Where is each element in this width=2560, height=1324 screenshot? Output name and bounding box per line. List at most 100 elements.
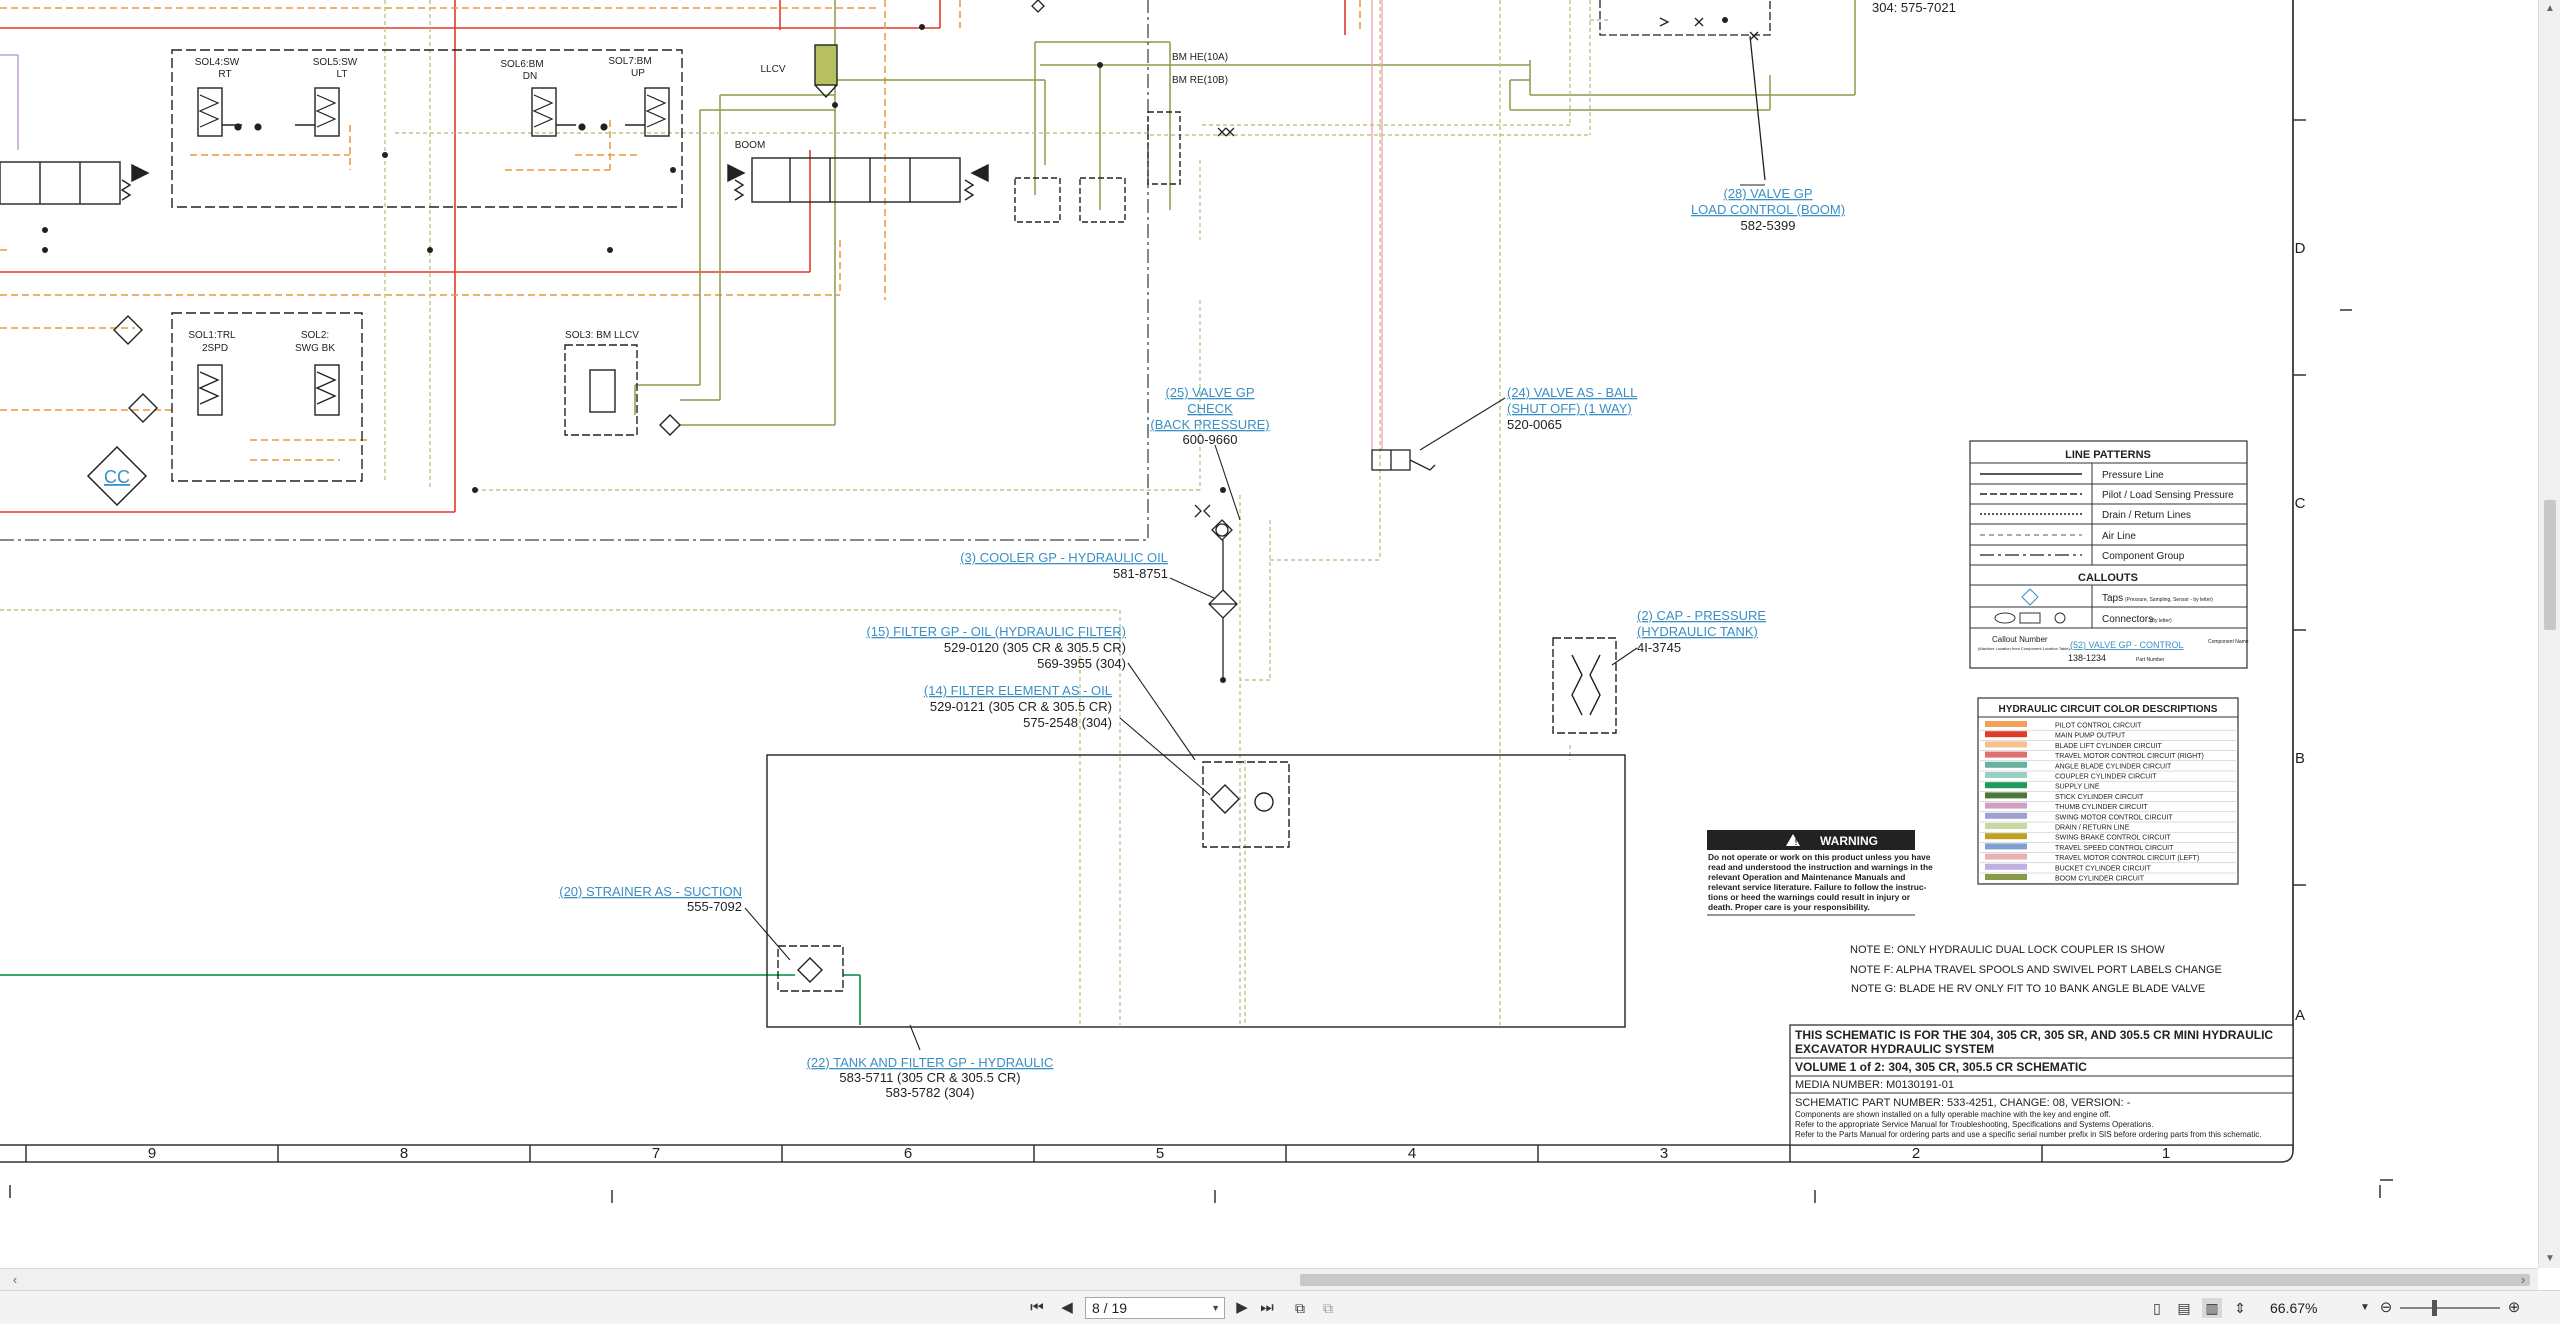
callout-22[interactable]: (22) TANK AND FILTER GP - HYDRAULIC 583-… (807, 1055, 1054, 1100)
pressure-lines (0, 0, 1346, 513)
fit-width-icon[interactable]: ⧉ (1318, 1298, 1338, 1318)
callout-14[interactable]: (14) FILTER ELEMENT AS - OIL 529-0121 (3… (924, 683, 1112, 730)
bm-he-label: BM HE(10A) (1172, 52, 1228, 63)
warning-box: ! WARNING Do not operate or work on this… (1707, 830, 1933, 916)
fit-page-icon[interactable]: ⧉ (1290, 1298, 1310, 1318)
last-page-icon[interactable]: ⏭ (1258, 1298, 1276, 1318)
leader-lines (744, 184, 1765, 1051)
connectors-note: (By letter) (2150, 618, 2172, 624)
zone-col-2: 2 (1912, 1145, 1920, 1162)
callout-2[interactable]: (2) CAP - PRESSURE (HYDRAULIC TANK) 4I-3… (1637, 608, 1766, 655)
callout-22-line1: (22) TANK AND FILTER GP - HYDRAULIC (807, 1055, 1054, 1070)
color-swatch (1985, 731, 2027, 738)
callout-15[interactable]: (15) FILTER GP - OIL (HYDRAULIC FILTER) … (866, 624, 1126, 671)
sol1-label: SOL1:TRL (188, 330, 236, 341)
hydraulic-tank (766, 637, 1626, 1028)
title-line7: Refer to the appropriate Service Manual … (1795, 1120, 2153, 1129)
two-page-view-icon[interactable]: ▥ (2202, 1298, 2222, 1318)
title-line5: SCHEMATIC PART NUMBER: 533-4251, CHANGE:… (1795, 1097, 2131, 1109)
example-callout-name: (52) VALVE GP - CONTROL (2070, 640, 2184, 650)
color-desc-label: ANGLE BLADE CYLINDER CIRCUIT (2055, 763, 2172, 770)
title-line8: Refer to the Parts Manual for ordering p… (1795, 1130, 2261, 1139)
pilot-lines (0, 0, 1361, 461)
color-desc-label: TRAVEL MOTOR CONTROL CIRCUIT (LEFT) (2055, 855, 2199, 862)
warning-line-2: read and understood the instruction and … (1708, 862, 1933, 872)
color-desc-label: BLADE LIFT CYLINDER CIRCUIT (2055, 743, 2163, 750)
callout-24-line2: (SHUT OFF) (1 WAY) (1507, 401, 1632, 416)
sol1b-label: 2SPD (202, 343, 228, 354)
line-patterns-title: LINE PATTERNS (2065, 449, 2151, 461)
next-page-icon[interactable]: ▶ (1233, 1298, 1251, 1318)
zone-col-1: 1 (2162, 1145, 2170, 1162)
zone-row-c: C (2295, 495, 2306, 512)
page-number-value: 8 / 19 (1092, 1300, 1128, 1316)
title-line4: MEDIA NUMBER: M0130191-01 (1795, 1079, 1954, 1091)
callout-28[interactable]: (28) VALVE GP LOAD CONTROL (BOOM) 582-53… (1691, 186, 1845, 233)
single-page-view-icon[interactable]: ▯ (2148, 1298, 2166, 1318)
color-swatch (1985, 812, 2027, 819)
title-line2: EXCAVATOR HYDRAULIC SYSTEM (1795, 1042, 1994, 1056)
title-line3: VOLUME 1 of 2: 304, 305 CR, 305.5 CR SCH… (1795, 1060, 2087, 1074)
pattern-drain: Drain / Return Lines (2102, 510, 2191, 521)
callout-24[interactable]: (24) VALVE AS - BALL (SHUT OFF) (1 WAY) … (1507, 385, 1637, 432)
bottom-toolbar: ⏮ ◀ 8 / 19 ▼ ▶ ⏭ ⧉ ⧉ ▯ ▤ ▥ ⇕ 66.67% ▼ ⊖ … (0, 1290, 2560, 1324)
color-swatch (1985, 802, 2027, 809)
color-desc-label: PILOT CONTROL CIRCUIT (2055, 723, 2142, 730)
callouts-title: CALLOUTS (2078, 572, 2138, 584)
scroll-up-icon[interactable]: ▲ (2544, 3, 2556, 15)
pdf-viewer: 9 8 7 6 5 4 3 2 1 D C B A SOL4:SW RT SOL… (0, 0, 2560, 1324)
callout-22-part2: 583-5782 (304) (886, 1085, 975, 1100)
sol7-label: SOL7:BM (608, 56, 651, 67)
callout-25[interactable]: (25) VALVE GP CHECK (BACK PRESSURE) 600-… (1150, 385, 1269, 447)
zone-row-b: B (2295, 750, 2305, 767)
horizontal-scroll-thumb[interactable] (1300, 1274, 2530, 1286)
page-number-select[interactable]: 8 / 19 ▼ (1085, 1297, 1225, 1319)
zoom-in-icon[interactable]: ⊕ (2505, 1298, 2523, 1318)
zone-row-d: D (2295, 240, 2306, 257)
example-part-label: Part Number (2136, 657, 2165, 663)
scroll-view-icon[interactable]: ⇕ (2230, 1298, 2250, 1318)
title-block: THIS SCHEMATIC IS FOR THE 304, 305 CR, 3… (1789, 1024, 2294, 1146)
taps-label: Taps (2102, 593, 2123, 604)
color-swatch (1985, 741, 2027, 748)
color-swatch (1985, 721, 2027, 727)
continuous-view-icon[interactable]: ▤ (2175, 1298, 2193, 1318)
zoom-slider[interactable] (2400, 1307, 2500, 1309)
pattern-pilot: Pilot / Load Sensing Pressure (2102, 490, 2234, 501)
callout-28-line1: (28) VALVE GP (1723, 186, 1812, 201)
vertical-scrollbar[interactable]: ▲ ▼ (2538, 0, 2560, 1268)
scroll-right-icon[interactable]: › (2516, 1272, 2530, 1288)
vertical-scroll-thumb[interactable] (2544, 500, 2556, 630)
callout-24-line1: (24) VALVE AS - BALL (1507, 385, 1637, 400)
zoom-slider-handle[interactable] (2432, 1300, 2437, 1316)
callout-14-part1: 529-0121 (305 CR & 305.5 CR) (930, 699, 1112, 714)
callout-20[interactable]: (20) STRAINER AS - SUCTION 555-7092 (559, 884, 742, 914)
previous-page-icon[interactable]: ◀ (1058, 1298, 1076, 1318)
callout-2-line2: (HYDRAULIC TANK) (1637, 624, 1758, 639)
example-callout-note: (Machine Location from Component Locatio… (1978, 646, 2070, 651)
color-desc-label: STICK CYLINDER CIRCUIT (2055, 794, 2144, 801)
color-swatch (1985, 751, 2027, 758)
callout-3[interactable]: (3) COOLER GP - HYDRAULIC OIL 581-8751 (960, 550, 1168, 581)
scroll-left-icon[interactable]: ‹ (8, 1272, 22, 1288)
note-e: NOTE E: ONLY HYDRAULIC DUAL LOCK COUPLER… (1850, 944, 2165, 956)
zoom-menu-chevron-icon[interactable]: ▼ (2358, 1298, 2372, 1318)
note-g: NOTE G: BLADE HE RV ONLY FIT TO 10 BANK … (1851, 983, 2205, 995)
document-area[interactable]: 9 8 7 6 5 4 3 2 1 D C B A SOL4:SW RT SOL… (0, 0, 2538, 1268)
zoom-out-icon[interactable]: ⊖ (2377, 1298, 2395, 1318)
horizontal-scrollbar[interactable]: ‹ › (0, 1268, 2538, 1290)
warning-line-5: tions or heed the warnings could result … (1708, 892, 1911, 902)
first-page-icon[interactable]: ⏮ (1028, 1298, 1046, 1318)
sol6b-label: DN (523, 71, 537, 82)
callout-2-line1: (2) CAP - PRESSURE (1637, 608, 1766, 623)
scroll-down-icon[interactable]: ▼ (2544, 1253, 2556, 1265)
sol4-label: SOL4:SW (195, 57, 240, 68)
callout-22-part1: 583-5711 (305 CR & 305.5 CR) (839, 1070, 1020, 1085)
zoom-level[interactable]: 66.67% (2270, 1298, 2330, 1318)
callout-24-part: 520-0065 (1507, 417, 1562, 432)
warning-line-1: Do not operate or work on this product u… (1708, 852, 1931, 862)
callout-28-line2: LOAD CONTROL (BOOM) (1691, 202, 1845, 217)
color-swatch (1985, 833, 2027, 840)
solenoid-glyphs (198, 94, 667, 131)
color-desc-label: COUPLER CYLINDER CIRCUIT (2055, 774, 2157, 781)
